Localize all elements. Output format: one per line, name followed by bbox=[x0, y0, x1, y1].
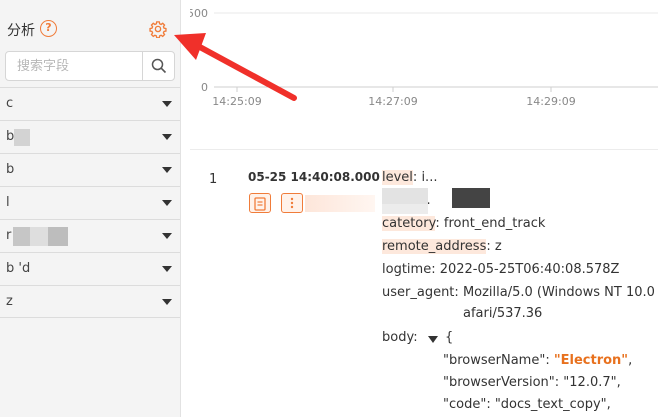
field-list: c b b l r b 'd z bbox=[0, 87, 180, 318]
search-input[interactable] bbox=[6, 52, 143, 80]
field-item[interactable]: b bbox=[0, 120, 180, 153]
field-key: logtime bbox=[382, 262, 432, 277]
field-value: front_end_track bbox=[443, 216, 546, 231]
redacted-block bbox=[305, 195, 375, 212]
field-value: i... bbox=[417, 170, 438, 185]
field-key: user_agent bbox=[382, 285, 455, 300]
field-name: b 'd bbox=[6, 261, 31, 276]
field-item[interactable]: b bbox=[0, 153, 180, 186]
log-analysis-view: 分析 ? c b bbox=[0, 0, 658, 417]
document-icon bbox=[254, 197, 266, 211]
search-button[interactable] bbox=[142, 52, 174, 80]
sidebar-title: 分析 bbox=[7, 23, 35, 39]
y-tick-label: 0 bbox=[201, 81, 208, 94]
json-value: "12.0.7" bbox=[563, 375, 617, 390]
analysis-sidebar: 分析 ? c b bbox=[0, 0, 181, 417]
chevron-down-icon[interactable] bbox=[162, 200, 172, 206]
chevron-down-icon[interactable] bbox=[162, 167, 172, 173]
question-circle-icon[interactable]: ? bbox=[40, 20, 57, 37]
divider bbox=[190, 149, 658, 150]
field-key: remote_address bbox=[382, 239, 487, 254]
chevron-down-icon[interactable] bbox=[162, 101, 172, 107]
field-level: level: i... bbox=[382, 170, 438, 185]
record-timestamp: 05-25 14:40:08.000 bbox=[248, 170, 380, 184]
field-value: Mozilla/5.0 (Windows NT 10.0 bbox=[462, 285, 655, 300]
json-line: "code": "docs_text_copy", bbox=[443, 397, 611, 412]
y-tick-label: 500 bbox=[190, 7, 208, 20]
histogram-chart: 500 0 14:25:09 14:27:09 14:29:09 bbox=[190, 0, 658, 120]
field-catetory: catetory: front_end_track bbox=[382, 216, 546, 231]
json-value: "docs_text_copy" bbox=[494, 397, 607, 412]
field-value: afari/537.36 bbox=[463, 306, 543, 321]
field-key: body bbox=[382, 330, 414, 345]
field-logtime: logtime: 2022-05-25T06:40:08.578Z bbox=[382, 262, 620, 277]
more-vertical-icon bbox=[290, 197, 294, 209]
x-tick-label: 14:29:09 bbox=[526, 95, 575, 108]
field-value: 2022-05-25T06:40:08.578Z bbox=[439, 262, 620, 277]
chevron-down-icon[interactable] bbox=[162, 299, 172, 305]
json-key: "code" bbox=[443, 397, 487, 412]
chevron-down-icon[interactable] bbox=[162, 266, 172, 272]
field-key: level bbox=[382, 170, 413, 185]
chevron-down-icon[interactable] bbox=[162, 134, 172, 140]
field-name: r bbox=[6, 228, 12, 243]
field-item[interactable]: c bbox=[0, 87, 180, 120]
gear-icon[interactable] bbox=[149, 20, 167, 38]
field-key: catetory bbox=[382, 216, 436, 231]
json-value: "Electron" bbox=[553, 353, 629, 368]
field-item[interactable]: b 'd bbox=[0, 252, 180, 285]
json-key: "browserName" bbox=[443, 353, 546, 368]
json-line: "browserName": "Electron", bbox=[443, 353, 633, 368]
x-tick-label: 14:25:09 bbox=[212, 95, 261, 108]
field-body: body: bbox=[382, 330, 418, 345]
field-value: z bbox=[494, 239, 502, 254]
sidebar-header: 分析 ? bbox=[0, 0, 181, 46]
chevron-down-icon[interactable] bbox=[162, 233, 172, 239]
field-item[interactable]: z bbox=[0, 285, 180, 318]
field-user-agent-cont: afari/537.36 bbox=[463, 306, 542, 321]
more-actions-button[interactable] bbox=[281, 193, 303, 213]
field-search bbox=[5, 51, 175, 81]
view-context-button[interactable] bbox=[249, 193, 271, 213]
field-user-agent: user_agent: Mozilla/5.0 (Windows NT 10.0 bbox=[382, 285, 655, 300]
collapse-toggle-icon[interactable] bbox=[428, 336, 438, 343]
field-name: b bbox=[6, 162, 15, 177]
search-icon bbox=[151, 58, 167, 74]
field-name: l bbox=[6, 195, 10, 210]
field-name: z bbox=[6, 294, 13, 309]
json-key: "browserVersion" bbox=[443, 375, 555, 390]
field-item[interactable]: l bbox=[0, 186, 180, 219]
json-open-brace: { bbox=[445, 330, 454, 345]
record-index: 1 bbox=[209, 172, 218, 187]
json-line: "browserVersion": "12.0.7", bbox=[443, 375, 621, 390]
redacted-block bbox=[382, 204, 428, 214]
field-item[interactable]: r bbox=[0, 219, 180, 252]
x-tick-label: 14:27:09 bbox=[368, 95, 417, 108]
field-remote-address: remote_address: z bbox=[382, 239, 502, 254]
field-name: c bbox=[6, 96, 14, 111]
redacted-block bbox=[452, 188, 490, 208]
